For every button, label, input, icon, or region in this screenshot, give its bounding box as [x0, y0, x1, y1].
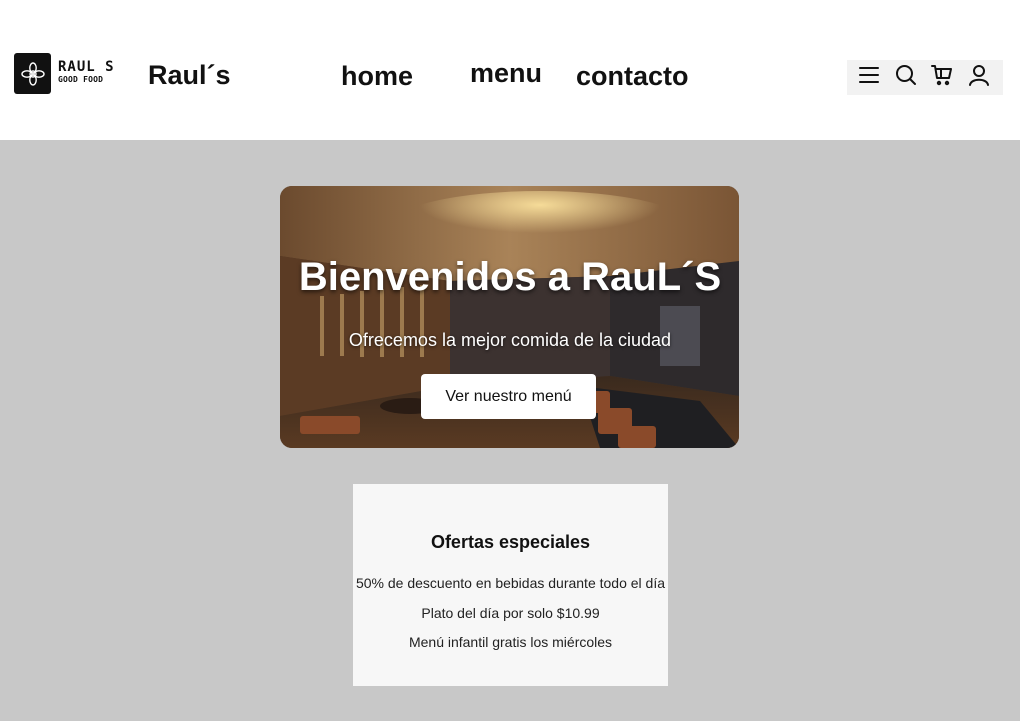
- special-offers-card: Ofertas especiales 50% de descuento en b…: [353, 484, 668, 686]
- cart-icon[interactable]: [928, 61, 956, 89]
- header-icon-bar: [847, 60, 1003, 95]
- user-icon[interactable]: [965, 61, 993, 89]
- logo-title: RAUL S: [58, 59, 115, 75]
- logo-icon[interactable]: [14, 53, 51, 94]
- nav-menu-link[interactable]: menu: [470, 58, 542, 89]
- brand-name: Raul´s: [148, 60, 231, 90]
- offer-item: Menú infantil gratis los miércoles: [408, 634, 613, 650]
- logo-wordmark: RAUL S GOOD FOOD: [58, 59, 118, 85]
- flower-logo-icon: [20, 61, 45, 86]
- hero-title: Bienvenidos a RauL´S: [298, 255, 722, 299]
- offers-title: Ofertas especiales: [430, 532, 591, 552]
- site-header: RAUL S GOOD FOOD Raul´s home menu contac…: [0, 0, 1020, 140]
- offer-item: 50% de descuento en bebidas durante todo…: [355, 575, 666, 591]
- logo-subtitle: GOOD FOOD: [58, 75, 104, 84]
- hero-subtitle: Ofrecemos la mejor comida de la ciudad: [348, 330, 672, 350]
- menu-icon[interactable]: [855, 61, 883, 89]
- view-menu-button[interactable]: Ver nuestro menú: [421, 374, 596, 419]
- nav-home-link[interactable]: home: [341, 61, 413, 92]
- nav-contact-link[interactable]: contacto: [576, 61, 689, 92]
- search-icon[interactable]: [892, 61, 920, 89]
- offer-item: Plato del día por solo $10.99: [421, 605, 600, 621]
